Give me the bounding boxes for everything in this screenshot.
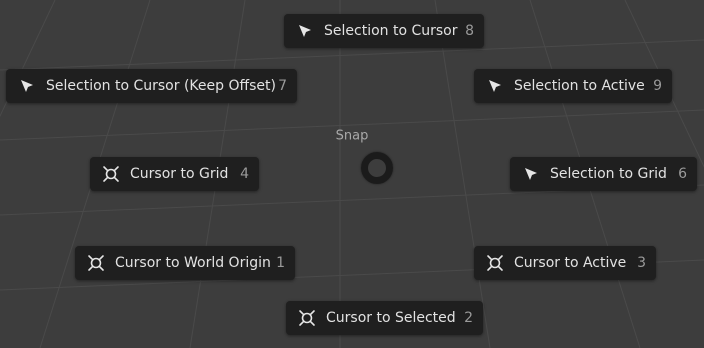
menu-item-hotkey: 1 (276, 255, 285, 271)
menu-item-selection-to-active[interactable]: Selection to Active 9 (474, 69, 672, 103)
menu-item-hotkey: 6 (678, 166, 687, 182)
cursor-arrow-icon (299, 25, 311, 37)
3d-cursor-icon (487, 255, 503, 271)
cursor-arrow-icon (525, 168, 537, 180)
menu-item-hotkey: 2 (464, 310, 473, 326)
menu-item-label: Cursor to Grid (130, 166, 229, 182)
menu-item-label: Cursor to Selected (326, 310, 456, 326)
menu-item-hotkey: 4 (240, 166, 249, 182)
menu-item-cursor-to-active[interactable]: Cursor to Active 3 (474, 246, 656, 280)
menu-item-hotkey: 8 (465, 23, 474, 39)
menu-item-selection-to-cursor-keep-offset[interactable]: Selection to Cursor (Keep Offset) 7 (6, 69, 297, 103)
menu-item-label: Selection to Active (514, 78, 645, 94)
3d-cursor-icon (88, 255, 104, 271)
cursor-arrow-icon (489, 80, 501, 92)
menu-item-label: Selection to Cursor (Keep Offset) (46, 78, 276, 94)
menu-item-label: Cursor to Active (514, 255, 627, 271)
pie-center-ring (361, 152, 393, 184)
menu-item-selection-to-cursor[interactable]: Selection to Cursor 8 (284, 14, 484, 48)
menu-item-hotkey: 9 (653, 78, 662, 94)
menu-item-selection-to-grid[interactable]: Selection to Grid 6 (510, 157, 697, 191)
3d-cursor-icon (299, 310, 315, 326)
cursor-arrow-icon (21, 80, 33, 92)
menu-item-cursor-to-grid[interactable]: Cursor to Grid 4 (90, 157, 259, 191)
menu-item-cursor-to-selected[interactable]: Cursor to Selected 2 (286, 301, 483, 335)
3d-cursor-icon (103, 166, 119, 182)
menu-item-hotkey: 3 (637, 255, 646, 271)
menu-item-label: Cursor to World Origin (115, 255, 271, 271)
pie-menu-title: Snap (335, 128, 369, 144)
menu-item-hotkey: 7 (278, 78, 287, 94)
menu-item-label: Selection to Grid (550, 166, 667, 182)
menu-item-label: Selection to Cursor (324, 23, 458, 39)
menu-item-cursor-to-world-origin[interactable]: Cursor to World Origin 1 (75, 246, 295, 280)
